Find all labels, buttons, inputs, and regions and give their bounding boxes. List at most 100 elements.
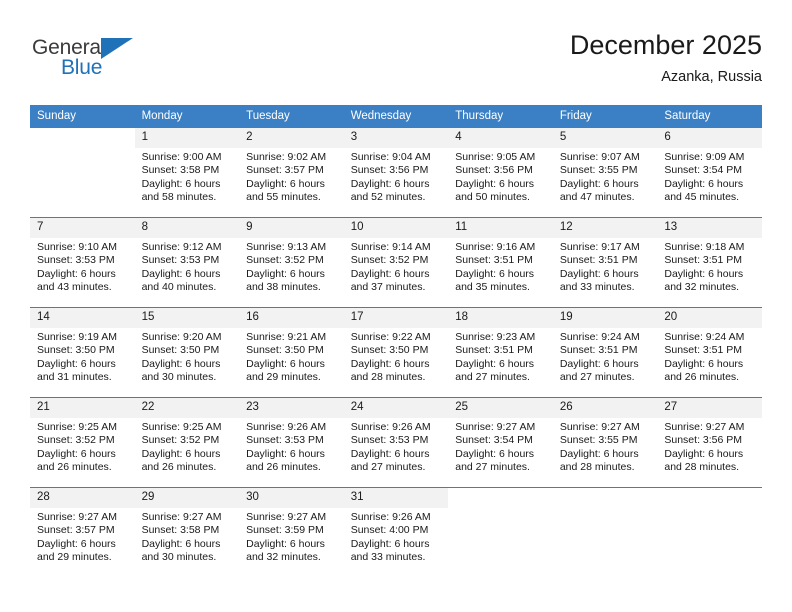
triangle-icon xyxy=(101,38,133,59)
sunset-time: Sunset: 3:53 PM xyxy=(246,434,324,447)
calendar-day-cell[interactable]: 9 Sunrise: 9:13 AM Sunset: 3:52 PM Daylight… xyxy=(239,217,344,308)
sunset-time: Sunset: 3:54 PM xyxy=(455,434,533,447)
sunrise-time: Sunrise: 9:05 AM xyxy=(455,151,536,163)
day-number xyxy=(657,488,762,508)
daylight-duration-line1: Daylight: 6 hours xyxy=(37,267,116,280)
calendar-day-cell[interactable]: 19 Sunrise: 9:24 AM Sunset: 3:51 PM Dayligh… xyxy=(552,307,658,398)
day-details: Sunrise: 9:24 AM Sunset: 3:51 PM Daylight:… xyxy=(553,328,658,384)
sunrise-time: Sunrise: 9:16 AM xyxy=(455,241,536,253)
sunset-time: Sunset: 3:58 PM xyxy=(141,164,220,177)
sunset-time: Sunset: 3:52 PM xyxy=(246,254,324,267)
day-cell-content: 27 Sunrise: 9:27 AM Sunset: 3:56 PM Dayligh… xyxy=(657,398,762,487)
sunset-time: Sunset: 3:53 PM xyxy=(37,254,115,267)
calendar-day-cell[interactable]: 5 Sunrise: 9:07 AM Sunset: 3:55 PM Daylight… xyxy=(552,128,658,218)
sunrise-time: Sunrise: 9:17 AM xyxy=(559,241,640,253)
weekday-header-saturday: Saturday xyxy=(657,105,762,128)
daylight-duration-line2: and 28 minutes. xyxy=(350,370,426,383)
day-number: 11 xyxy=(448,218,553,238)
daylight-duration-line2: and 47 minutes. xyxy=(559,190,635,203)
calendar-day-cell[interactable]: 7 Sunrise: 9:10 AM Sunset: 3:53 PM Daylight… xyxy=(30,217,135,308)
calendar-day-cell[interactable]: 13 Sunrise: 9:18 AM Sunset: 3:51 PM Dayligh… xyxy=(657,217,762,308)
sunset-time: Sunset: 3:59 PM xyxy=(246,524,324,537)
calendar-day-cell[interactable]: 17 Sunrise: 9:22 AM Sunset: 3:50 PM Dayligh… xyxy=(343,307,449,398)
calendar-day-cell[interactable]: 11 Sunrise: 9:16 AM Sunset: 3:51 PM Dayligh… xyxy=(448,217,553,308)
calendar-day-cell[interactable]: 25 Sunrise: 9:27 AM Sunset: 3:54 PM Dayligh… xyxy=(448,397,553,488)
day-number: 30 xyxy=(239,488,344,508)
sunset-time: Sunset: 3:50 PM xyxy=(246,344,324,357)
sunrise-time: Sunrise: 9:27 AM xyxy=(559,421,640,433)
day-number: 20 xyxy=(657,308,762,328)
weekday-header-sunday: Sunday xyxy=(30,105,135,128)
sunrise-time: Sunrise: 9:25 AM xyxy=(37,421,117,433)
calendar-day-cell[interactable]: 3 Sunrise: 9:04 AM Sunset: 3:56 PM Daylight… xyxy=(343,128,449,218)
daylight-duration-line1: Daylight: 6 hours xyxy=(350,537,430,550)
day-cell-content xyxy=(553,488,658,577)
weekday-header-wednesday: Wednesday xyxy=(343,105,449,128)
daylight-duration-line1: Daylight: 6 hours xyxy=(350,447,430,460)
calendar-day-cell[interactable]: 22 Sunrise: 9:25 AM Sunset: 3:52 PM Dayligh… xyxy=(134,397,240,488)
sunrise-time: Sunrise: 9:12 AM xyxy=(141,241,222,253)
calendar-day-cell[interactable]: 10 Sunrise: 9:14 AM Sunset: 3:52 PM Dayligh… xyxy=(343,217,449,308)
day-details: Sunrise: 9:17 AM Sunset: 3:51 PM Daylight:… xyxy=(553,238,658,294)
calendar-day-cell[interactable]: 15 Sunrise: 9:20 AM Sunset: 3:50 PM Dayligh… xyxy=(134,307,240,398)
calendar-day-cell[interactable]: 18 Sunrise: 9:23 AM Sunset: 3:51 PM Dayligh… xyxy=(448,307,553,398)
daylight-duration-line2: and 32 minutes. xyxy=(246,550,321,563)
sunrise-time: Sunrise: 9:07 AM xyxy=(559,151,640,163)
day-number: 14 xyxy=(30,308,135,328)
sunset-time: Sunset: 3:52 PM xyxy=(141,434,220,447)
daylight-duration-line2: and 35 minutes. xyxy=(455,280,530,293)
calendar-table: Sunday Monday Tuesday Wednesday Thursday Frid… xyxy=(30,105,762,577)
day-details: Sunrise: 9:22 AM Sunset: 3:50 PM Daylight:… xyxy=(344,328,449,384)
daylight-duration-line2: and 28 minutes. xyxy=(664,460,740,473)
daylight-duration-line1: Daylight: 6 hours xyxy=(350,177,430,190)
daylight-duration-line2: and 31 minutes. xyxy=(37,370,112,383)
day-number: 6 xyxy=(657,128,762,148)
calendar-day-cell[interactable]: 26 Sunrise: 9:27 AM Sunset: 3:55 PM Dayligh… xyxy=(552,397,658,488)
day-number: 25 xyxy=(448,398,553,418)
daylight-duration-line2: and 45 minutes. xyxy=(664,190,740,203)
day-details: Sunrise: 9:18 AM Sunset: 3:51 PM Daylight:… xyxy=(657,238,762,294)
daylight-duration-line1: Daylight: 6 hours xyxy=(559,177,639,190)
day-cell-content: 9 Sunrise: 9:13 AM Sunset: 3:52 PM Daylight… xyxy=(239,218,344,307)
daylight-duration-line2: and 27 minutes. xyxy=(350,460,426,473)
calendar-day-cell[interactable]: 29 Sunrise: 9:27 AM Sunset: 3:58 PM Dayligh… xyxy=(134,487,240,577)
calendar-day-cell[interactable]: 30 Sunrise: 9:27 AM Sunset: 3:59 PM Dayligh… xyxy=(239,487,344,577)
calendar-day-cell[interactable]: 14 Sunrise: 9:19 AM Sunset: 3:50 PM Dayligh… xyxy=(30,307,135,398)
calendar-page: General Blue December 2025 Azanka, Russi… xyxy=(0,0,792,612)
calendar-day-cell[interactable]: 20 Sunrise: 9:24 AM Sunset: 3:51 PM Dayligh… xyxy=(657,307,762,398)
day-cell-content: 13 Sunrise: 9:18 AM Sunset: 3:51 PM Dayligh… xyxy=(657,218,762,307)
calendar-day-cell[interactable]: 4 Sunrise: 9:05 AM Sunset: 3:56 PM Daylight… xyxy=(448,128,553,218)
daylight-duration-line1: Daylight: 6 hours xyxy=(141,177,221,190)
calendar-day-cell[interactable]: 24 Sunrise: 9:26 AM Sunset: 3:53 PM Dayligh… xyxy=(343,397,449,488)
calendar-day-cell[interactable]: 27 Sunrise: 9:27 AM Sunset: 3:56 PM Dayligh… xyxy=(657,397,762,488)
daylight-duration-line1: Daylight: 6 hours xyxy=(37,357,116,370)
calendar-day-cell[interactable]: 6 Sunrise: 9:09 AM Sunset: 3:54 PM Daylight… xyxy=(657,128,762,218)
day-details: Sunrise: 9:21 AM Sunset: 3:50 PM Daylight:… xyxy=(239,328,344,384)
calendar-day-cell[interactable]: 31 Sunrise: 9:26 AM Sunset: 4:00 PM Dayligh… xyxy=(343,487,449,577)
day-cell-content: 18 Sunrise: 9:23 AM Sunset: 3:51 PM Dayligh… xyxy=(448,308,553,397)
calendar-day-cell[interactable]: 23 Sunrise: 9:26 AM Sunset: 3:53 PM Dayligh… xyxy=(239,397,344,488)
sunrise-time: Sunrise: 9:20 AM xyxy=(141,331,222,343)
day-number xyxy=(30,128,135,148)
sunset-time: Sunset: 3:50 PM xyxy=(141,344,220,357)
calendar-week-row: 1 Sunrise: 9:00 AM Sunset: 3:58 PM Daylight… xyxy=(30,128,762,218)
calendar-week-row: 28 Sunrise: 9:27 AM Sunset: 3:57 PM Dayligh… xyxy=(30,487,762,577)
calendar-day-cell[interactable]: 21 Sunrise: 9:25 AM Sunset: 3:52 PM Dayligh… xyxy=(30,397,135,488)
day-cell-content: 19 Sunrise: 9:24 AM Sunset: 3:51 PM Dayligh… xyxy=(552,308,658,397)
calendar-day-cell[interactable]: 2 Sunrise: 9:02 AM Sunset: 3:57 PM Daylight… xyxy=(239,128,344,218)
sunrise-time: Sunrise: 9:27 AM xyxy=(37,511,117,523)
day-details: Sunrise: 9:25 AM Sunset: 3:52 PM Daylight:… xyxy=(30,418,135,474)
calendar-day-cell[interactable]: 1 Sunrise: 9:00 AM Sunset: 3:58 PM Daylight… xyxy=(134,128,240,218)
sunset-time: Sunset: 3:51 PM xyxy=(559,344,638,357)
day-number xyxy=(448,488,553,508)
day-details: Sunrise: 9:13 AM Sunset: 3:52 PM Daylight:… xyxy=(239,238,344,294)
sunset-time: Sunset: 3:57 PM xyxy=(246,164,324,177)
calendar-day-cell[interactable]: 12 Sunrise: 9:17 AM Sunset: 3:51 PM Dayligh… xyxy=(552,217,658,308)
calendar-day-cell[interactable]: 28 Sunrise: 9:27 AM Sunset: 3:57 PM Dayligh… xyxy=(30,487,135,577)
calendar-day-cell[interactable]: 16 Sunrise: 9:21 AM Sunset: 3:50 PM Dayligh… xyxy=(239,307,344,398)
general-blue-logo[interactable]: General Blue xyxy=(32,36,162,88)
sunset-time: Sunset: 3:53 PM xyxy=(350,434,429,447)
sunset-time: Sunset: 3:56 PM xyxy=(455,164,533,177)
day-number: 5 xyxy=(552,128,658,148)
calendar-day-cell[interactable]: 8 Sunrise: 9:12 AM Sunset: 3:53 PM Daylight… xyxy=(134,217,240,308)
